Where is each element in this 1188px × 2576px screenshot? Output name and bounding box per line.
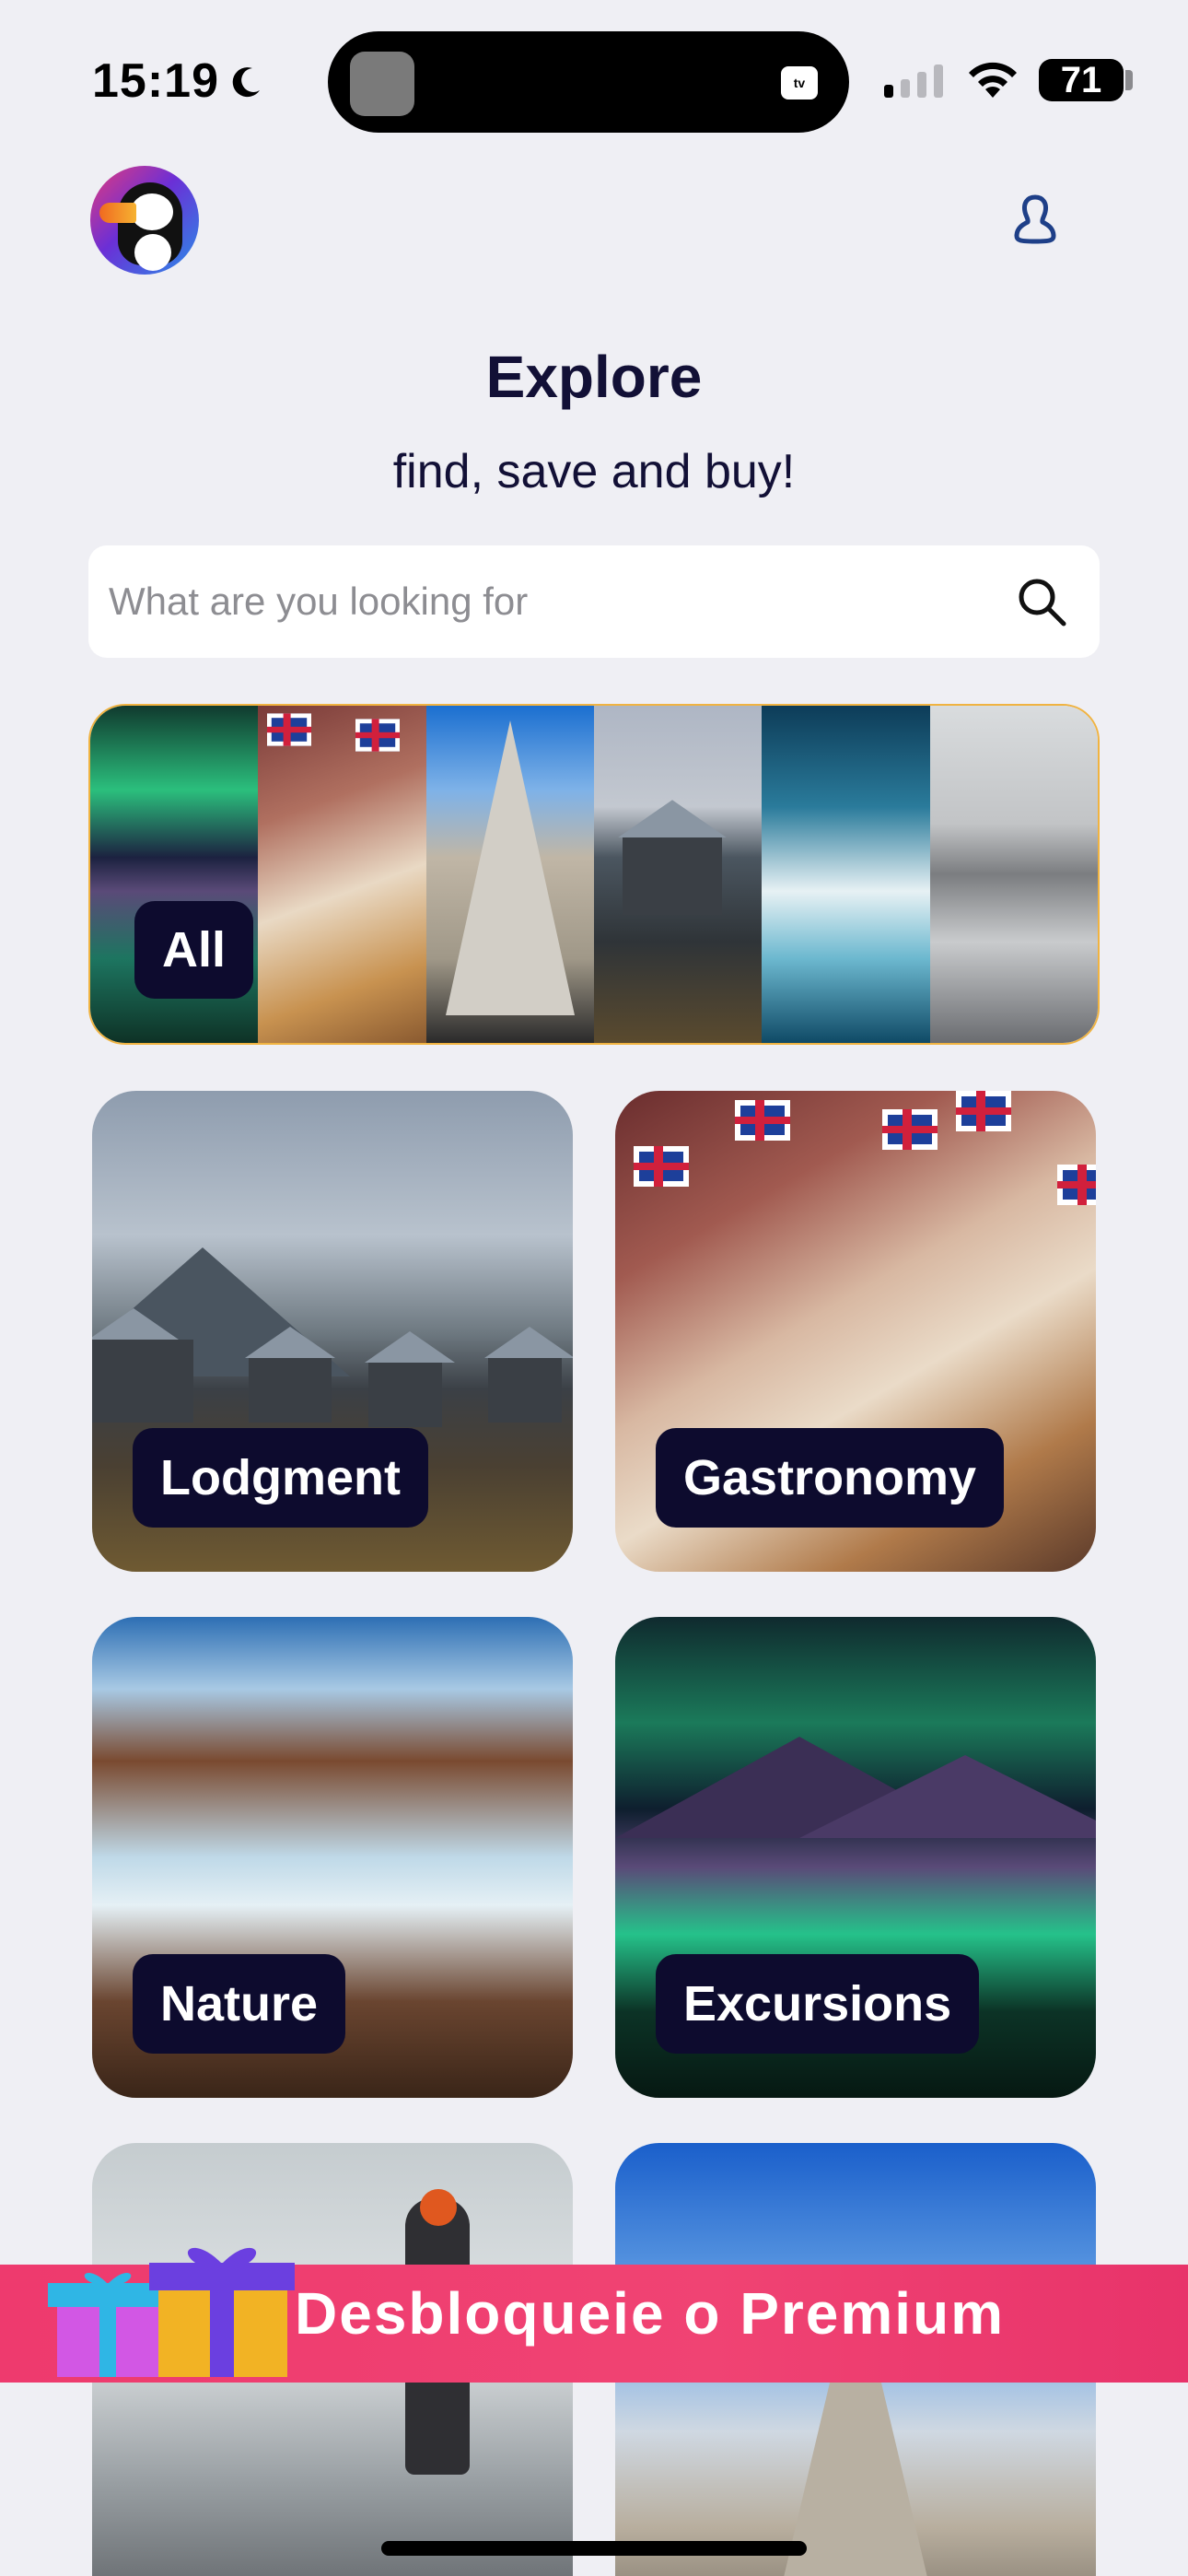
house-shape <box>92 1308 193 1423</box>
house-shape <box>245 1327 335 1423</box>
category-card-all[interactable]: All <box>88 704 1100 1045</box>
iceland-flag-icon <box>1057 1165 1096 1205</box>
iceland-flag-icon <box>355 719 401 752</box>
iceland-flag-icon <box>267 713 312 746</box>
all-strip-food <box>258 706 426 1043</box>
hiker-hat <box>420 2189 457 2226</box>
moon-icon <box>232 67 260 98</box>
house-shape <box>484 1327 573 1423</box>
house-shape <box>618 800 727 915</box>
category-label-nature: Nature <box>133 1954 346 2054</box>
battery-tip <box>1125 70 1133 90</box>
battery-indicator: 71 <box>1039 59 1124 101</box>
all-strip-church <box>425 706 594 1043</box>
home-indicator[interactable] <box>381 2541 807 2556</box>
battery-level: 71 <box>1060 59 1102 100</box>
status-time-text: 15:19 <box>92 54 219 108</box>
dynamic-island: tv <box>328 31 849 133</box>
category-label-excursions: Excursions <box>656 1954 980 2054</box>
all-strip-ice-cave <box>762 706 930 1043</box>
category-label-lodgment: Lodgment <box>133 1428 428 1528</box>
status-time: 15:19 <box>92 53 265 109</box>
avatar[interactable] <box>90 166 199 275</box>
search-icon[interactable] <box>1015 575 1068 628</box>
category-card-gastronomy[interactable]: Gastronomy <box>615 1091 1096 1572</box>
category-label-gastronomy: Gastronomy <box>656 1428 1005 1528</box>
premium-label: Desbloqueie o Premium <box>295 2280 1006 2347</box>
iceland-flag-icon <box>735 1100 790 1141</box>
page-title: Explore <box>485 344 703 410</box>
apple-tv-icon: tv <box>781 66 818 100</box>
iceland-flag-icon <box>882 1109 938 1150</box>
church-tower-shape <box>445 720 575 1015</box>
category-card-lodgment[interactable]: Lodgment <box>92 1091 573 1572</box>
gift-icon <box>48 2247 295 2377</box>
house-shape <box>365 1331 455 1427</box>
category-label-all: All <box>134 901 254 999</box>
avatar-puffin-face <box>131 193 173 230</box>
category-card-nature[interactable]: Nature <box>92 1617 573 2098</box>
wifi-icon <box>969 62 1017 98</box>
user-profile-icon[interactable] <box>1007 192 1063 247</box>
page-subtitle: find, save and buy! <box>392 445 796 498</box>
iceland-flag-icon <box>956 1091 1011 1131</box>
cellular-signal-icon <box>884 64 943 98</box>
mountain-shape <box>799 1755 1096 1838</box>
category-card-excursions[interactable]: Excursions <box>615 1617 1096 2098</box>
all-strip-hiker <box>929 706 1098 1043</box>
status-bar: 15:19 tv 71 <box>0 0 1188 157</box>
iceland-flag-icon <box>634 1146 689 1187</box>
avatar-puffin-beak <box>99 203 136 223</box>
search-input[interactable] <box>109 580 938 624</box>
avatar-puffin-belly <box>134 234 171 271</box>
all-strip-houses <box>593 706 763 1043</box>
search-bar <box>88 545 1100 658</box>
island-app-icon <box>350 52 414 116</box>
premium-banner[interactable]: Desbloqueie o Premium <box>0 2247 1188 2383</box>
